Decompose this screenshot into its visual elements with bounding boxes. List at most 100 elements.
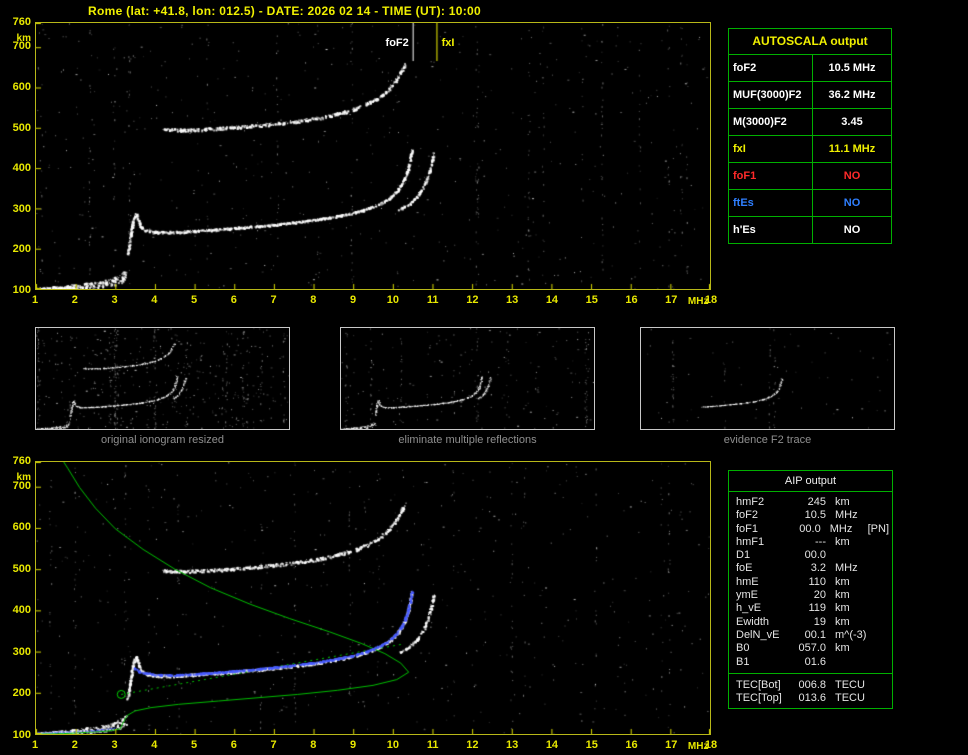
parameter-flag [871,496,875,509]
parameter-name: DelN_vE [736,628,780,641]
parameter-flag [871,576,875,589]
x-tick-label: 10 [386,739,399,751]
autoscala-screen: { "header": { "title": "Rome (lat: +41.8… [0,0,968,755]
autoscala-output-table: AUTOSCALA output foF2 10.5 MHz MUF(3000)F2… [728,28,892,244]
parameter-name: TEC[Bot] [736,678,781,691]
thumbnail-evidence-canvas [641,328,894,429]
x-tick-label: 5 [190,739,198,751]
parameter-flag [871,656,875,669]
x-tick-label: 14 [545,739,559,751]
parameter-name: TEC[Top] [736,692,782,705]
aip-row-b1: B1 01.6 [736,656,889,669]
autoscala-row-ftes: ftEs NO [729,190,891,217]
x-tick-label: 16 [625,294,638,306]
thumbnail-eliminate-reflections [340,327,595,430]
parameter-name: foF2 [729,55,813,81]
thumbnail-original-canvas [36,328,289,429]
parameter-flag [871,536,875,549]
parameter-value: 36.2 MHz [828,89,876,101]
parameter-value: 3.45 [841,116,863,128]
parameter-value: 057.0 [798,642,826,655]
parameter-unit: m^(-3) [835,628,867,641]
aip-output-table: AIP output hmF2 245 km foF2 10.5 MHz foF1 00.0 M… [728,470,893,710]
parameter-value: --- [815,535,826,548]
parameter-name: MUF(3000)F2 [729,82,813,108]
parameter-name: ftEs [729,190,813,216]
x-tick-label: 17 [665,294,678,306]
x-tick-label: 18 [704,294,718,306]
x-tick-label: 15 [585,294,598,306]
parameter-name: hmE [736,575,759,588]
thumbnail-original-ionogram [35,327,290,430]
parameter-unit [826,656,871,669]
parameter-value: 11.1 MHz [828,143,876,155]
x-tick-label: 9 [350,294,357,306]
y-tick-label: 100 [12,284,31,296]
parameter-name: ymE [736,589,758,602]
parameter-name: foF2 [736,509,759,522]
parameter-value: 006.8 [798,678,826,691]
parameter-value: 3.2 [810,562,826,575]
parameter-name: h'Es [729,217,813,243]
parameter-name: foF1 [729,163,813,189]
parameter-unit: TECU [835,678,865,691]
aip-tec-rows: TEC[Bot] 006.8 TECU TEC[Top] 013.6 TECU [729,675,892,709]
y-tick-label: 300 [12,645,31,658]
thumbnail-caption-eliminate: eliminate multiple reflections [398,434,537,446]
aip-row-hmf2: hmF2 245 km [736,496,889,509]
autoscala-row-muf-3000-f2: MUF(3000)F2 36.2 MHz [729,82,891,109]
x-tick-label: 7 [270,739,277,751]
x-tick-label: 6 [230,294,237,306]
y-tick-label: 500 [12,121,31,134]
y-tick-label: 600 [12,521,31,534]
aip-row-yme: ymE 20 km [736,589,889,602]
thumbnail-caption-original: original ionogram resized [101,434,224,446]
aip-row-deln-ve: DelN_vE 00.1 m^(-3) [736,629,889,642]
y-tick-label: 760 [12,455,31,467]
ionogram-plot-bottom [35,461,711,735]
parameter-name: foE [736,562,753,575]
parameter-value: 19 [813,615,826,628]
parameter-value: NO [843,197,861,209]
parameter-value: 00.1 [804,628,826,641]
parameter-unit: MHz [829,522,853,535]
x-tick-label: 12 [466,294,479,306]
parameter-name: h_vE [736,602,762,615]
y-tick-label: 700 [12,479,31,492]
parameter-unit: MHz [835,562,858,575]
x-axis-unit-label: MHz [687,741,709,752]
parameter-unit: km [835,615,850,628]
aip-table-rows: hmF2 245 km foF2 10.5 MHz foF1 00.0 MHz [PN] hmF1-… [729,492,892,672]
parameter-name: B1 [736,655,750,668]
autoscala-table-title: AUTOSCALA output [729,29,891,55]
aip-row-hmf1: hmF1 --- km [736,536,889,549]
aip-row-hme: hmE 110 km [736,576,889,589]
x-tick-label: 15 [585,739,598,751]
y-axis-unit-label: km [16,33,31,44]
autoscala-row-fof2: foF2 10.5 MHz [729,55,891,82]
aip-row-tec-top-: TEC[Top] 013.6 TECU [736,692,889,705]
parameter-unit: km [835,535,850,548]
parameter-name: B0 [736,642,750,655]
x-tick-label: 16 [625,739,638,751]
x-tick-label: 2 [71,739,78,751]
parameter-unit: km [835,589,850,602]
x-tick-label: 8 [310,739,317,751]
thumbnail-evidence-f2 [640,327,895,430]
parameter-name: M(3000)F2 [729,109,813,135]
parameter-value: 20 [813,589,826,602]
y-tick-label: 200 [12,687,31,700]
x-tick-label: 2 [71,294,78,306]
aip-row-b0: B0 057.0 km [736,642,889,655]
parameter-flag [871,616,875,629]
autoscala-row-fof1: foF1 NO [729,163,891,190]
x-tick-label: 4 [151,294,158,306]
x-tick-label: 13 [506,739,519,751]
y-tick-label: 600 [12,80,31,93]
x-tick-label: 17 [665,739,678,751]
parameter-flag [871,602,875,615]
parameter-flag [871,629,875,642]
parameter-name: hmF2 [736,496,765,508]
parameter-name: hmF1 [736,535,765,548]
y-tick-label: 300 [12,202,31,215]
